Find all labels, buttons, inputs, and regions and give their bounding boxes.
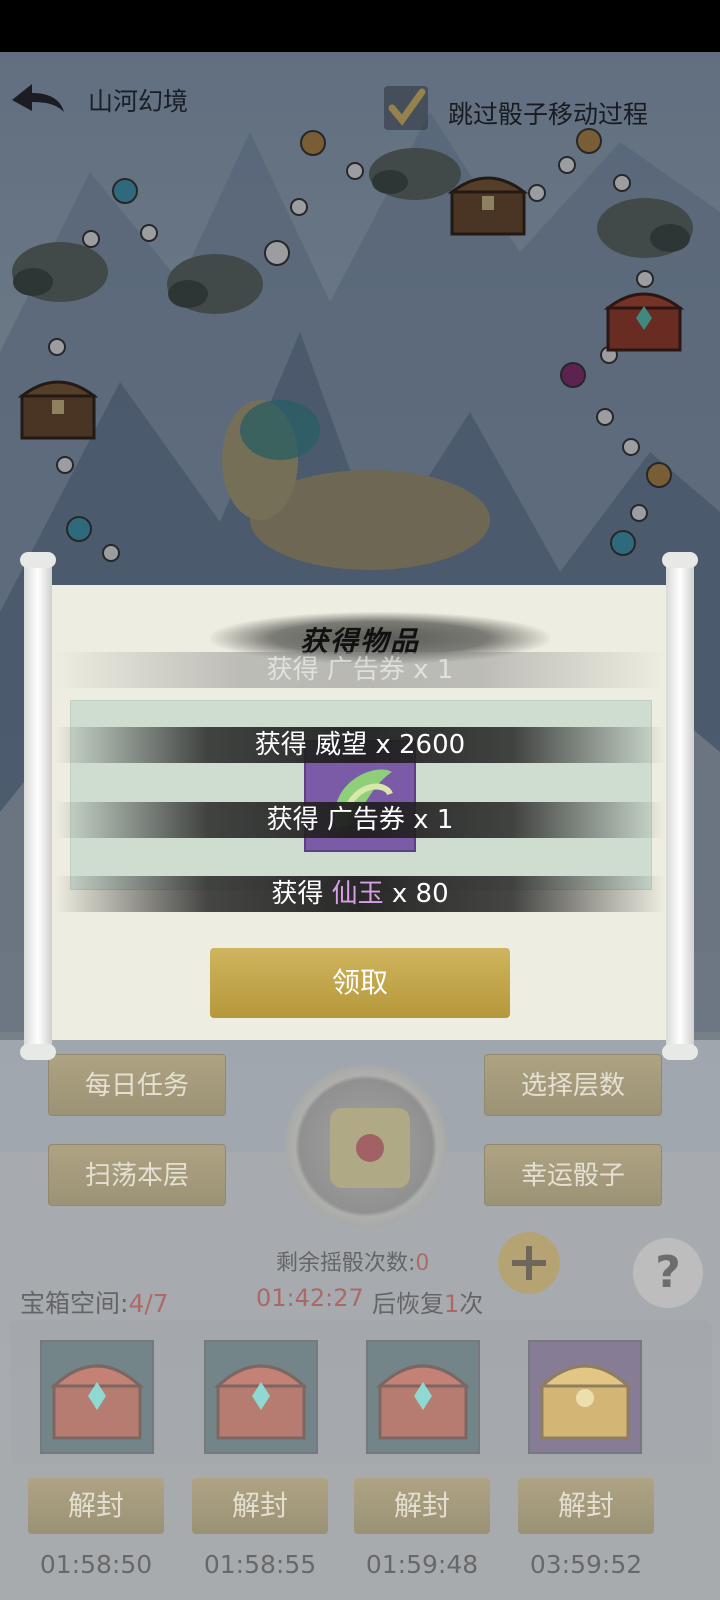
toast-item: 仙玉	[331, 879, 384, 909]
toast-prefix: 获得	[271, 879, 324, 909]
toast-item: 广告券	[326, 655, 405, 685]
toast-prefix: 获得	[254, 730, 307, 760]
toast-prefix: 获得	[266, 655, 319, 685]
toast-item: 广告券	[326, 805, 405, 835]
lower-dim	[0, 1040, 720, 1600]
claim-button[interactable]: 领取	[210, 948, 510, 1018]
status-bar	[0, 0, 720, 52]
reward-toast-3: 获得 广告券 x 1	[55, 802, 665, 838]
toast-qty: x 2600	[375, 730, 466, 760]
reward-toast-1: 获得 广告券 x 1	[55, 652, 665, 688]
toast-qty: x 1	[413, 655, 454, 685]
reward-toast-2: 获得 威望 x 2600	[55, 727, 665, 763]
toast-qty: x 1	[413, 805, 454, 835]
reward-toast-4: 获得 仙玉 x 80	[55, 876, 665, 912]
toast-item: 威望	[315, 730, 368, 760]
toast-qty: x 80	[391, 879, 449, 909]
toast-prefix: 获得	[266, 805, 319, 835]
